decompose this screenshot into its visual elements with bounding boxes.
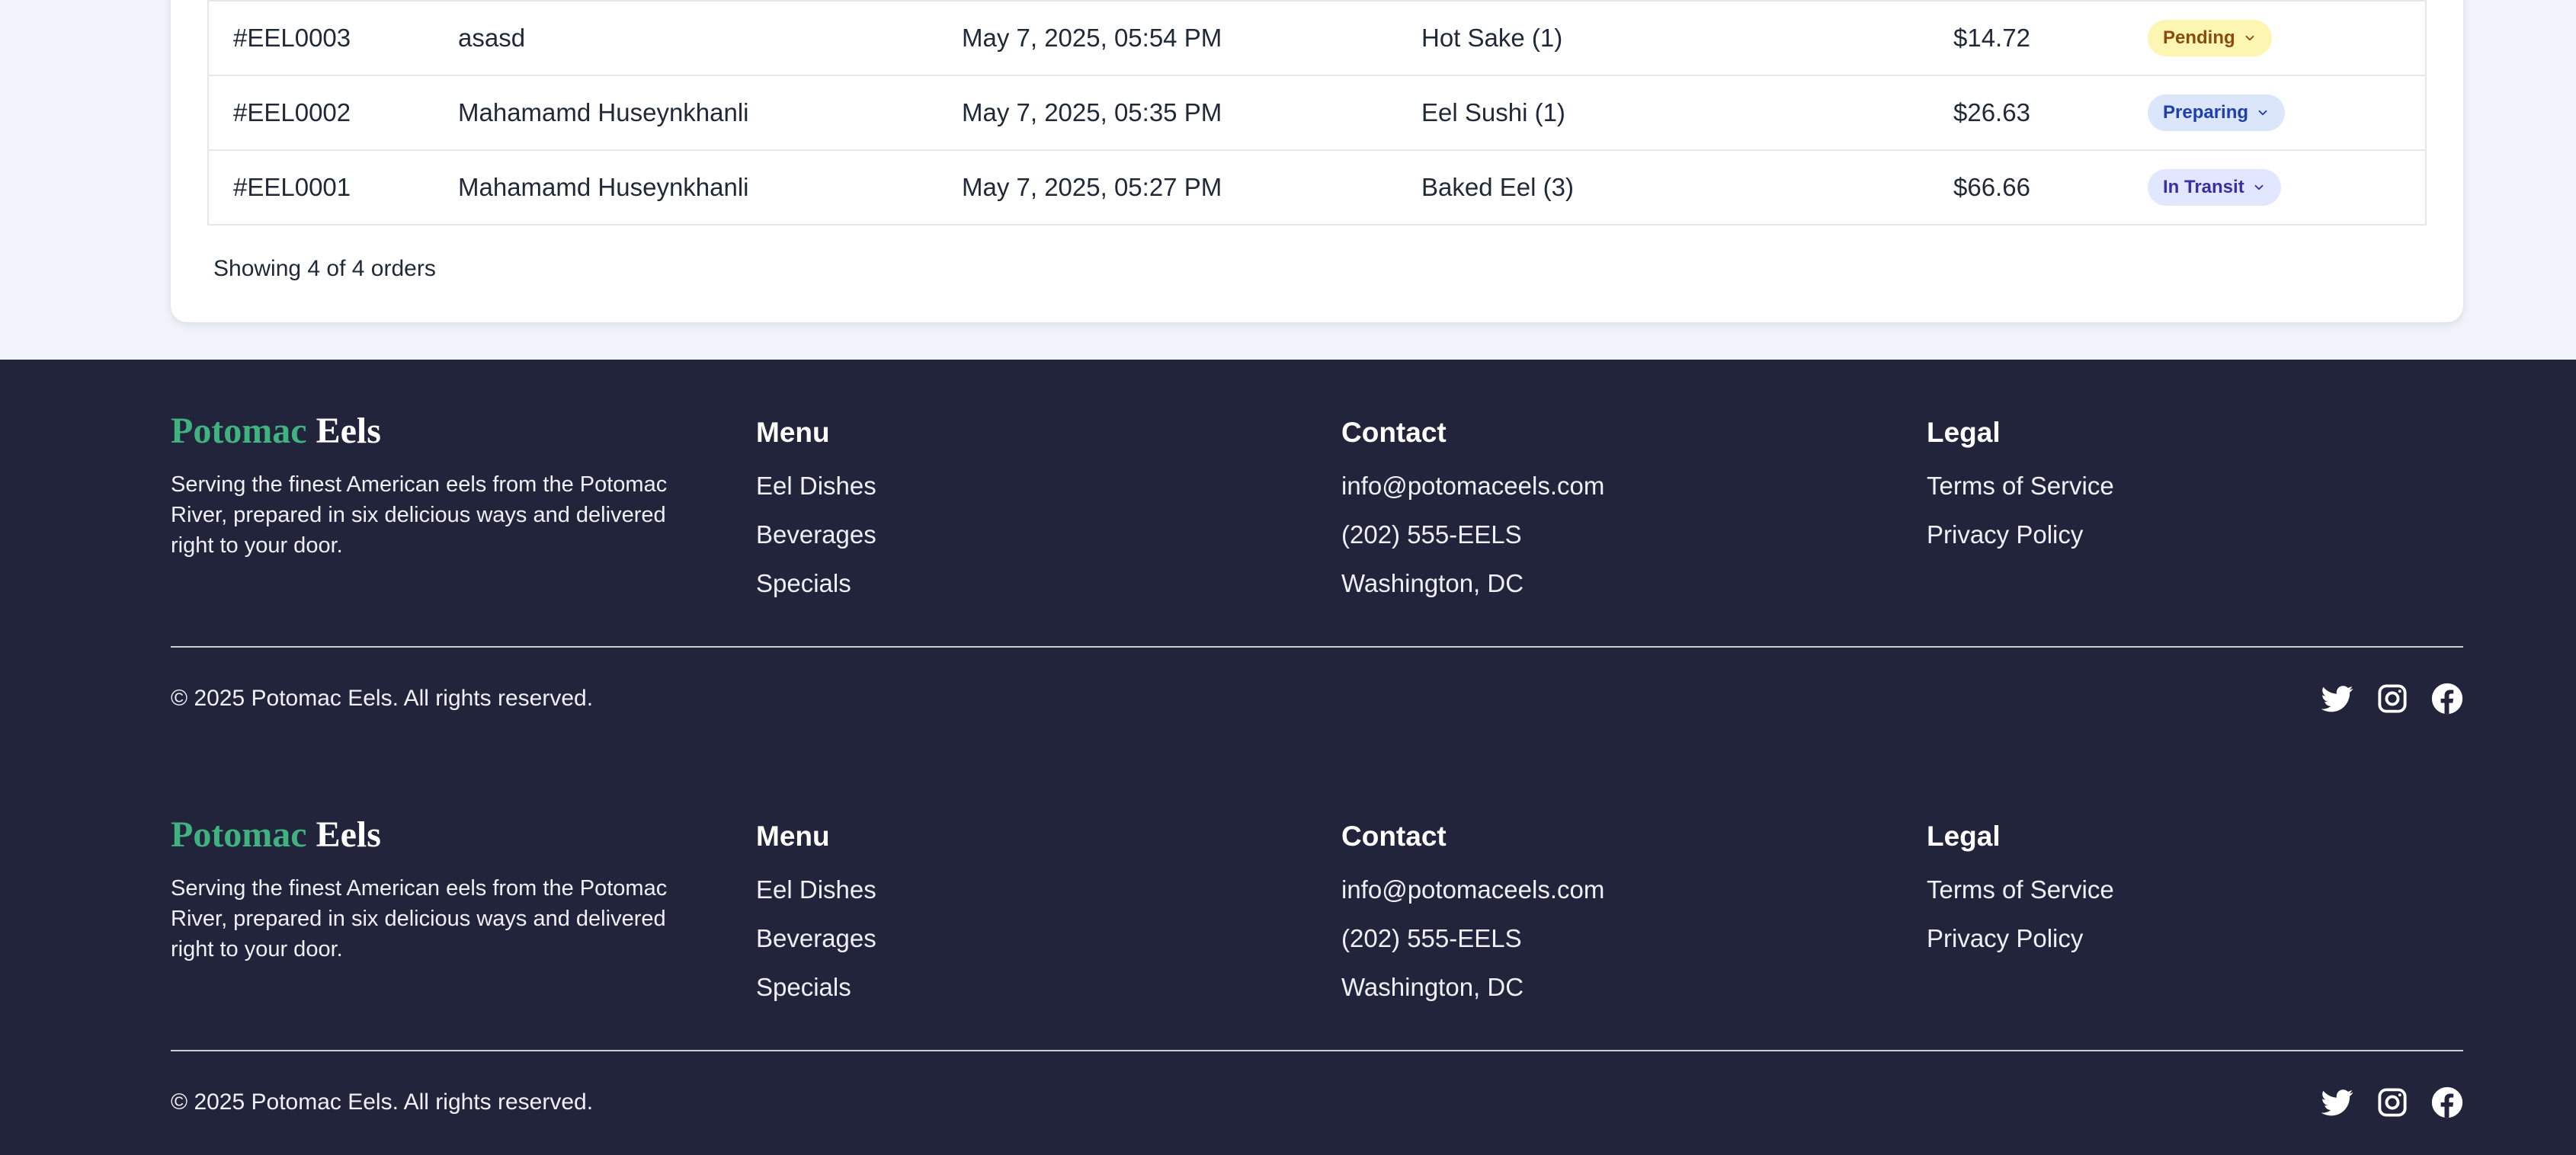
status-dropdown[interactable]: Preparing [2148,94,2286,131]
order-items: Hot Sake (1) [1421,24,1563,52]
footer-contact-column: Contact info@potomaceels.com (202) 555-E… [1341,416,1604,617]
instagram-icon[interactable] [2376,1086,2408,1118]
site-footer: Potomac Eels Serving the finest American… [0,763,2576,1155]
footer-legal-column: Legal Terms of Service Privacy Policy [1927,416,2114,568]
order-customer: Mahamamd Huseynkhanli [458,173,749,201]
footer-link-terms[interactable]: Terms of Service [1927,472,2114,500]
table-row: #EEL0002 Mahamamd Huseynkhanli May 7, 20… [209,75,2425,149]
footer-link-privacy[interactable]: Privacy Policy [1927,520,2083,549]
facebook-icon[interactable] [2431,683,2463,715]
footer-link-beverages[interactable]: Beverages [756,924,876,952]
table-row: #EEL0001 Mahamamd Huseynkhanli May 7, 20… [209,149,2425,224]
footer-tagline: Serving the finest American eels from th… [171,876,668,961]
order-id: #EEL0002 [233,98,351,126]
order-customer: asasd [458,24,526,52]
logo-text-white: Eels [316,814,381,855]
orders-count-text: Showing 4 of 4 orders [213,256,436,281]
logo-text-green: Potomac [171,814,307,855]
footer-divider [171,1050,2463,1051]
footer-contact-email[interactable]: info@potomaceels.com [1341,875,1604,904]
status-label: Preparing [2163,102,2249,123]
footer-divider [171,646,2463,648]
logo-text-white: Eels [316,411,381,451]
orders-table: #EEL0003 asasd May 7, 2025, 05:54 PM Hot… [207,0,2427,226]
footer-contact-email[interactable]: info@potomaceels.com [1341,472,1604,500]
footer-legal-column: Legal Terms of Service Privacy Policy [1927,820,2114,972]
order-items: Eel Sushi (1) [1421,98,1565,126]
chevron-down-icon [2254,184,2264,190]
order-total: $66.66 [1953,173,2030,201]
status-label: In Transit [2163,177,2244,197]
footer-menu-heading: Menu [756,417,830,448]
footer-brand: Potomac Eels Serving the finest American… [171,814,689,965]
footer-link-specials[interactable]: Specials [756,973,851,1001]
status-label: Pending [2163,27,2235,48]
footer-link-privacy[interactable]: Privacy Policy [1927,924,2083,952]
site-footer: Potomac Eels Serving the finest American… [0,360,2576,763]
footer-contact-heading: Contact [1341,821,1447,852]
chevron-down-icon [2258,110,2267,116]
footer-social-links [2321,1086,2463,1118]
status-dropdown[interactable]: Pending [2148,20,2272,56]
twitter-icon[interactable] [2321,1086,2353,1118]
footer-copyright: © 2025 Potomac Eels. All rights reserved… [171,1089,594,1115]
order-total: $14.72 [1953,24,2030,52]
order-id: #EEL0003 [233,24,351,52]
twitter-icon[interactable] [2321,683,2353,715]
footer-logo[interactable]: Potomac Eels [171,410,689,453]
footer-contact-column: Contact info@potomaceels.com (202) 555-E… [1341,820,1604,1021]
order-customer: Mahamamd Huseynkhanli [458,98,749,126]
footer-tagline: Serving the finest American eels from th… [171,472,668,558]
footer-link-eel-dishes[interactable]: Eel Dishes [756,875,876,904]
chevron-down-icon [2245,35,2254,41]
footer-social-links [2321,683,2463,715]
footer-legal-heading: Legal [1927,417,2001,448]
footer-contact-location: Washington, DC [1341,973,1524,1001]
order-id: #EEL0001 [233,173,351,201]
footer-logo[interactable]: Potomac Eels [171,814,689,856]
orders-card: #EEL0003 asasd May 7, 2025, 05:54 PM Hot… [171,0,2463,322]
footer-link-terms[interactable]: Terms of Service [1927,875,2114,904]
footer-contact-phone[interactable]: (202) 555-EELS [1341,520,1522,549]
footer-legal-heading: Legal [1927,821,2001,852]
footer-link-beverages[interactable]: Beverages [756,520,876,549]
footer-menu-column: Menu Eel Dishes Beverages Specials [756,820,876,1021]
facebook-icon[interactable] [2431,1086,2463,1118]
order-date: May 7, 2025, 05:54 PM [962,24,1222,52]
status-dropdown[interactable]: In Transit [2148,169,2281,206]
footer-link-specials[interactable]: Specials [756,569,851,597]
order-date: May 7, 2025, 05:27 PM [962,173,1222,201]
footer-copyright: © 2025 Potomac Eels. All rights reserved… [171,686,594,711]
order-total: $26.63 [1953,98,2030,126]
order-items: Baked Eel (3) [1421,173,1574,201]
footer-contact-location: Washington, DC [1341,569,1524,597]
footer-menu-heading: Menu [756,821,830,852]
footer-contact-heading: Contact [1341,417,1447,448]
table-row: #EEL0003 asasd May 7, 2025, 05:54 PM Hot… [209,0,2425,75]
footer-menu-column: Menu Eel Dishes Beverages Specials [756,416,876,617]
footer-link-eel-dishes[interactable]: Eel Dishes [756,472,876,500]
footer-brand: Potomac Eels Serving the finest American… [171,410,689,561]
logo-text-green: Potomac [171,411,307,451]
instagram-icon[interactable] [2376,683,2408,715]
order-date: May 7, 2025, 05:35 PM [962,98,1222,126]
footer-contact-phone[interactable]: (202) 555-EELS [1341,924,1522,952]
